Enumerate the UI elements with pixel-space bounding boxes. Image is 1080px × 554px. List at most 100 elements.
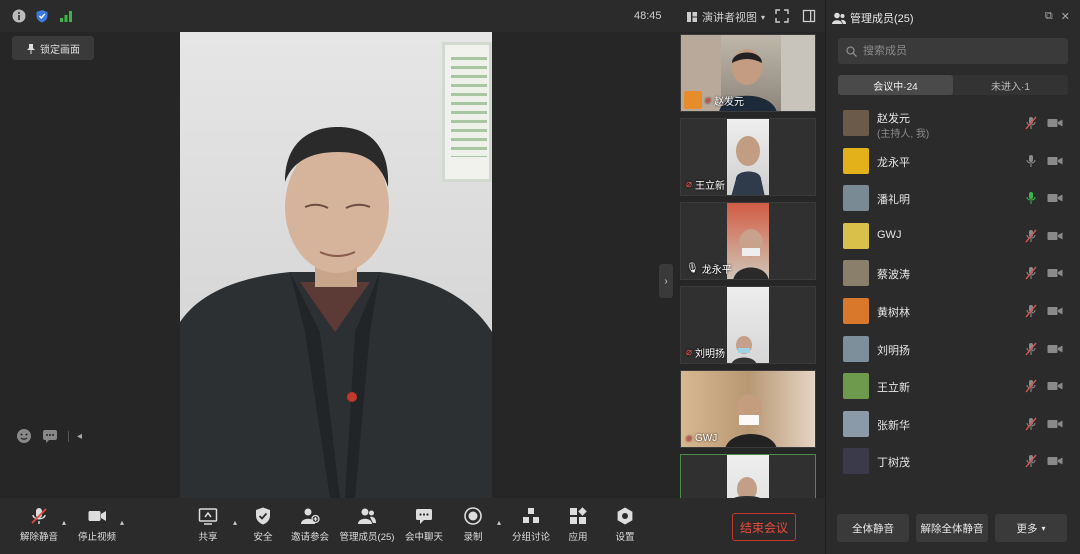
shield-icon[interactable] — [35, 9, 49, 23]
member-row[interactable]: 潘礼明 — [826, 179, 1080, 217]
video-camera-icon[interactable] — [1047, 455, 1063, 467]
member-name: 赵发元 — [877, 113, 910, 125]
chevron-up-icon[interactable]: ▴ — [120, 518, 124, 527]
mic-muted-icon[interactable] — [1025, 229, 1037, 243]
mic-muted-icon[interactable] — [1025, 266, 1037, 280]
more-button[interactable]: 更多 ▾ — [995, 514, 1067, 542]
top-bar: 48:45 演讲者视图 ▾ — [0, 0, 825, 32]
breakout-button[interactable]: 分组讨论 — [504, 506, 558, 550]
apps-button[interactable]: 应用 — [551, 506, 605, 550]
video-camera-icon[interactable] — [1047, 418, 1063, 430]
member-row[interactable]: 刘明扬 — [826, 330, 1080, 368]
share-label: 共享 — [198, 532, 218, 543]
mic-muted-icon[interactable] — [1025, 379, 1037, 393]
mic-muted-icon[interactable] — [1025, 454, 1037, 468]
manage-members-button[interactable]: 管理成员(25) — [338, 506, 396, 550]
thumbnail-name: ⌀ 刘明扬 — [686, 347, 726, 360]
share-screen-icon — [198, 508, 218, 525]
member-row[interactable]: GWJ — [826, 217, 1080, 255]
apps-label: 应用 — [568, 532, 588, 543]
mic-muted-icon — [31, 508, 47, 524]
more-label: 更多 — [1016, 522, 1038, 535]
share-button[interactable]: 共享 — [181, 506, 235, 550]
member-row[interactable]: 蔡波涛 — [826, 254, 1080, 292]
sidebar-toggle-icon[interactable] — [802, 9, 816, 23]
grid-view-icon — [687, 12, 697, 22]
lock-screen-button[interactable]: 锁定画面 — [12, 36, 94, 60]
video-camera-icon[interactable] — [1047, 305, 1063, 317]
mic-muted-icon[interactable] — [1025, 304, 1037, 318]
main-speaker-video[interactable] — [180, 32, 492, 498]
members-panel: 管理成员(25) ⧉ ✕ 会议中·24 未进入·1 赵发元 (主持人, 我) 龙永平… — [825, 0, 1080, 554]
thumbnail-name: ⌀ 赵发元 — [705, 95, 745, 108]
chat-button[interactable]: 会中聊天 — [397, 506, 451, 550]
video-camera-icon[interactable] — [1047, 380, 1063, 392]
view-mode-dropdown[interactable]: 演讲者视图 ▾ — [686, 9, 765, 25]
emoji-icon[interactable] — [16, 428, 32, 444]
thumbnail-tile[interactable]: ⌀ 赵发元 — [680, 34, 816, 112]
chevron-up-icon[interactable]: ▴ — [497, 518, 501, 527]
meeting-window: 48:45 演讲者视图 ▾ 锁定画面 ◂ › ⌀ 赵发元 ⌀ 王立新 🎙 龙永平… — [0, 0, 1080, 554]
fullscreen-icon[interactable] — [775, 9, 789, 23]
settings-button[interactable]: 设置 — [598, 506, 652, 550]
avatar — [843, 110, 869, 136]
stop-video-button[interactable]: 停止视频 — [70, 506, 124, 550]
mic-muted-icon[interactable] — [1025, 116, 1037, 130]
meeting-timer: 48:45 — [634, 10, 662, 22]
thumbnail-tile[interactable] — [680, 454, 816, 498]
chevron-up-icon[interactable]: ▴ — [62, 518, 66, 527]
pin-icon — [27, 43, 35, 54]
thumbnail-name: ⌀ GWJ — [686, 433, 718, 444]
tab-in-meeting[interactable]: 会议中·24 — [838, 75, 953, 95]
video-camera-icon[interactable] — [1047, 155, 1063, 167]
invite-button[interactable]: 邀请参会 — [283, 506, 337, 550]
member-name: 张新华 — [877, 419, 910, 432]
member-role: (主持人, 我) — [877, 129, 930, 140]
tab-not-joined[interactable]: 未进入·1 — [953, 75, 1068, 95]
search-icon — [846, 45, 857, 57]
mic-icon[interactable] — [1025, 154, 1037, 168]
record-button[interactable]: 录制 — [446, 506, 500, 550]
member-row[interactable]: 龙永平 — [826, 142, 1080, 180]
member-row[interactable]: 王立新 — [826, 367, 1080, 405]
info-icon[interactable] — [12, 9, 26, 23]
unmute-all-button[interactable]: 解除全体静音 — [916, 514, 988, 542]
member-tabs: 会议中·24 未进入·1 — [838, 75, 1068, 95]
chevron-right-icon: › — [664, 275, 668, 287]
thumbnail-tile[interactable]: 🎙 龙永平 — [680, 202, 816, 280]
video-camera-icon[interactable] — [1047, 192, 1063, 204]
video-camera-icon[interactable] — [1047, 230, 1063, 242]
member-row[interactable]: 张新华 — [826, 405, 1080, 443]
lock-screen-label: 锁定画面 — [40, 44, 80, 56]
member-row[interactable]: 赵发元 (主持人, 我) — [826, 104, 1080, 142]
video-camera-icon[interactable] — [1047, 267, 1063, 279]
mic-muted-icon[interactable] — [1025, 417, 1037, 431]
chat-bubble-icon[interactable] — [42, 428, 58, 444]
mic-muted-icon: ⌀ — [705, 95, 712, 106]
avatar — [843, 147, 869, 174]
search-input[interactable] — [863, 45, 1053, 57]
mic-muted-icon[interactable] — [1025, 342, 1037, 356]
thumbnail-tile[interactable]: ⌀ 王立新 — [680, 118, 816, 196]
avatar — [843, 185, 869, 212]
video-camera-icon[interactable] — [1047, 343, 1063, 355]
video-camera-icon[interactable] — [1047, 117, 1063, 129]
mute-all-button[interactable]: 全体静音 — [837, 514, 909, 542]
video-camera-icon — [88, 511, 106, 521]
thumbnail-tile[interactable]: ⌀ 刘明扬 — [680, 286, 816, 364]
popout-icon[interactable]: ⧉ — [1045, 10, 1053, 23]
chevron-down-icon: ▾ — [1041, 523, 1046, 533]
close-icon[interactable]: ✕ — [1061, 10, 1070, 23]
member-row[interactable]: 黄树林 — [826, 292, 1080, 330]
security-button[interactable]: 安全 — [236, 506, 290, 550]
member-name: 丁树茂 — [877, 457, 910, 470]
mic-icon[interactable] — [1025, 191, 1037, 205]
member-row[interactable]: 丁树茂 — [826, 442, 1080, 480]
member-search[interactable] — [838, 38, 1068, 64]
collapse-thumbs-handle[interactable]: › — [659, 264, 673, 298]
signal-icon[interactable] — [59, 9, 73, 23]
end-meeting-button[interactable]: 结束会议 — [732, 513, 796, 541]
thumbnail-tile[interactable]: ⌀ GWJ — [680, 370, 816, 448]
unmute-button[interactable]: 解除静音 — [12, 506, 66, 550]
collapse-left-icon[interactable]: ◂ — [68, 430, 82, 442]
